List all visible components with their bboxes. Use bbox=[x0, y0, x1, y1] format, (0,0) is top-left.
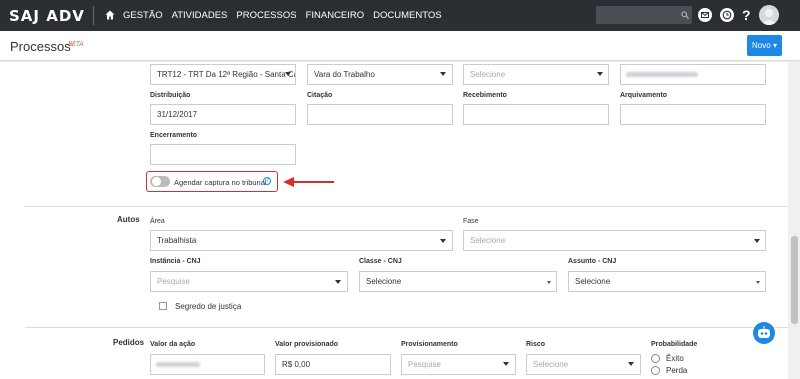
classe-value: Selecione bbox=[366, 277, 402, 286]
fase-select[interactable]: Selecione bbox=[463, 230, 766, 251]
chevron-down-icon bbox=[285, 72, 291, 76]
chevron-down-icon bbox=[440, 239, 446, 243]
instancia-placeholder: Pesquise bbox=[157, 277, 190, 286]
tribunal-value: TRT12 - TRT Da 12ª Região - Santa Catari… bbox=[157, 70, 295, 79]
encerramento-label: Encerramento bbox=[150, 132, 198, 139]
distribuicao-label: Distribuição bbox=[150, 92, 191, 99]
segredo-checkbox[interactable] bbox=[159, 302, 167, 310]
novo-label: Novo bbox=[752, 41, 771, 50]
chevron-down-icon bbox=[754, 239, 760, 243]
risco-placeholder: Selecione bbox=[533, 360, 569, 369]
arquivamento-input[interactable] bbox=[620, 104, 766, 125]
comarca-select[interactable]: Selecione bbox=[463, 64, 609, 85]
distribuicao-input[interactable]: 31/12/2017 bbox=[150, 104, 296, 125]
fase-placeholder: Selecione bbox=[470, 236, 506, 245]
tribunal-select[interactable]: TRT12 - TRT Da 12ª Região - Santa Catari… bbox=[150, 64, 296, 85]
valor-provisionado-label: Valor provisionado bbox=[275, 341, 339, 348]
fase-label: Fase bbox=[463, 218, 479, 225]
provisionamento-placeholder: Pesquise bbox=[408, 360, 441, 369]
mail-icon[interactable] bbox=[698, 8, 712, 22]
perda-radio[interactable] bbox=[651, 366, 660, 375]
risco-label: Risco bbox=[526, 341, 546, 348]
perda-label: Perda bbox=[666, 366, 688, 375]
scrollbar-thumb[interactable] bbox=[791, 236, 798, 324]
exito-label: Êxito bbox=[666, 354, 684, 363]
home-icon[interactable] bbox=[105, 10, 115, 20]
nav-gestao[interactable]: GESTÃO bbox=[123, 10, 163, 21]
classe-label: Classe - CNJ bbox=[359, 258, 402, 265]
distribuicao-value: 31/12/2017 bbox=[157, 110, 198, 119]
divider bbox=[25, 327, 788, 328]
citacao-label: Citação bbox=[307, 92, 333, 99]
recebimento-input[interactable] bbox=[463, 104, 609, 125]
chevron-down-icon bbox=[756, 281, 760, 284]
area-value: Trabalhista bbox=[157, 236, 197, 245]
page-title: Processos bbox=[10, 39, 71, 54]
pedidos-section-title: Pedidos bbox=[113, 338, 145, 347]
svg-text:?: ? bbox=[742, 8, 751, 22]
valor-acao-label: Valor da ação bbox=[150, 341, 196, 348]
chevron-down-icon bbox=[503, 362, 509, 366]
chevron-down-icon bbox=[335, 280, 341, 284]
search-input[interactable] bbox=[596, 6, 692, 24]
provisionamento-label: Provisionamento bbox=[401, 341, 458, 348]
top-navbar: SAJ ADV GESTÃO ATIVIDADES PROCESSOS FINA… bbox=[0, 0, 800, 31]
help-circle-icon[interactable]: ? bbox=[263, 177, 271, 185]
vara-select[interactable]: Vara do Trabalho bbox=[307, 64, 453, 85]
nav-atividades[interactable]: ATIVIDADES bbox=[172, 10, 228, 21]
vara-value: Vara do Trabalho bbox=[314, 70, 375, 79]
chevron-down-icon bbox=[547, 281, 551, 284]
area-label: Área bbox=[150, 218, 165, 225]
risco-select[interactable]: Selecione bbox=[526, 354, 641, 375]
exito-radio[interactable] bbox=[651, 354, 660, 363]
arquivamento-label: Arquivamento bbox=[620, 92, 668, 99]
instancia-select[interactable]: Pesquise bbox=[150, 271, 348, 292]
chevron-down-icon bbox=[597, 72, 603, 76]
assunto-value: Selecione bbox=[575, 277, 611, 286]
novo-button[interactable]: Novo ▾ bbox=[747, 35, 782, 56]
autos-section-title: Autos bbox=[117, 215, 140, 224]
instancia-label: Instância - CNJ bbox=[150, 258, 201, 265]
help-glyph: ? bbox=[265, 178, 269, 184]
main-nav: GESTÃO ATIVIDADES PROCESSOS FINANCEIRO D… bbox=[123, 10, 442, 21]
help-icon[interactable]: ? bbox=[741, 8, 752, 22]
assunto-label: Assunto - CNJ bbox=[568, 258, 617, 265]
provisionamento-select[interactable]: Pesquise bbox=[401, 354, 516, 375]
valor-provisionado-value: R$ 0,00 bbox=[282, 360, 311, 369]
nav-financeiro[interactable]: FINANCEIRO bbox=[306, 10, 365, 21]
redacted-text bbox=[626, 72, 698, 77]
logo-divider bbox=[93, 6, 94, 25]
page-header: Processos BETA Novo ▾ bbox=[0, 31, 800, 61]
app-logo[interactable]: SAJ ADV bbox=[9, 7, 85, 25]
chevron-down-icon bbox=[440, 72, 446, 76]
agendar-captura-label: Agendar captura no tribunal bbox=[174, 178, 267, 187]
area-select[interactable]: Trabalhista bbox=[150, 230, 453, 251]
divider bbox=[25, 206, 788, 207]
toggle-knob bbox=[152, 177, 161, 186]
redacted-text bbox=[156, 362, 200, 367]
assunto-select[interactable]: Selecione bbox=[568, 271, 766, 292]
encerramento-input[interactable] bbox=[150, 144, 296, 165]
nav-processos[interactable]: PROCESSOS bbox=[236, 10, 296, 21]
citacao-input[interactable] bbox=[307, 104, 453, 125]
scrollbar[interactable] bbox=[788, 62, 800, 379]
beta-badge: BETA bbox=[68, 42, 84, 48]
chevron-down-icon bbox=[628, 362, 634, 366]
avatar[interactable] bbox=[759, 5, 779, 25]
segredo-label: Segredo de justiça bbox=[175, 302, 242, 311]
classe-select[interactable]: Selecione bbox=[359, 271, 557, 292]
nav-documentos[interactable]: DOCUMENTOS bbox=[373, 10, 441, 21]
red-arrow-icon bbox=[283, 177, 334, 187]
robot-icon bbox=[758, 326, 770, 338]
valor-provisionado-input[interactable]: R$ 0,00 bbox=[275, 354, 391, 375]
clock-icon[interactable] bbox=[720, 8, 734, 22]
search-icon[interactable] bbox=[681, 11, 689, 19]
comarca-placeholder: Selecione bbox=[470, 70, 506, 79]
probabilidade-label: Probabilidade bbox=[651, 341, 698, 348]
recebimento-label: Recebimento bbox=[463, 92, 507, 99]
chatbot-button[interactable] bbox=[753, 322, 775, 344]
